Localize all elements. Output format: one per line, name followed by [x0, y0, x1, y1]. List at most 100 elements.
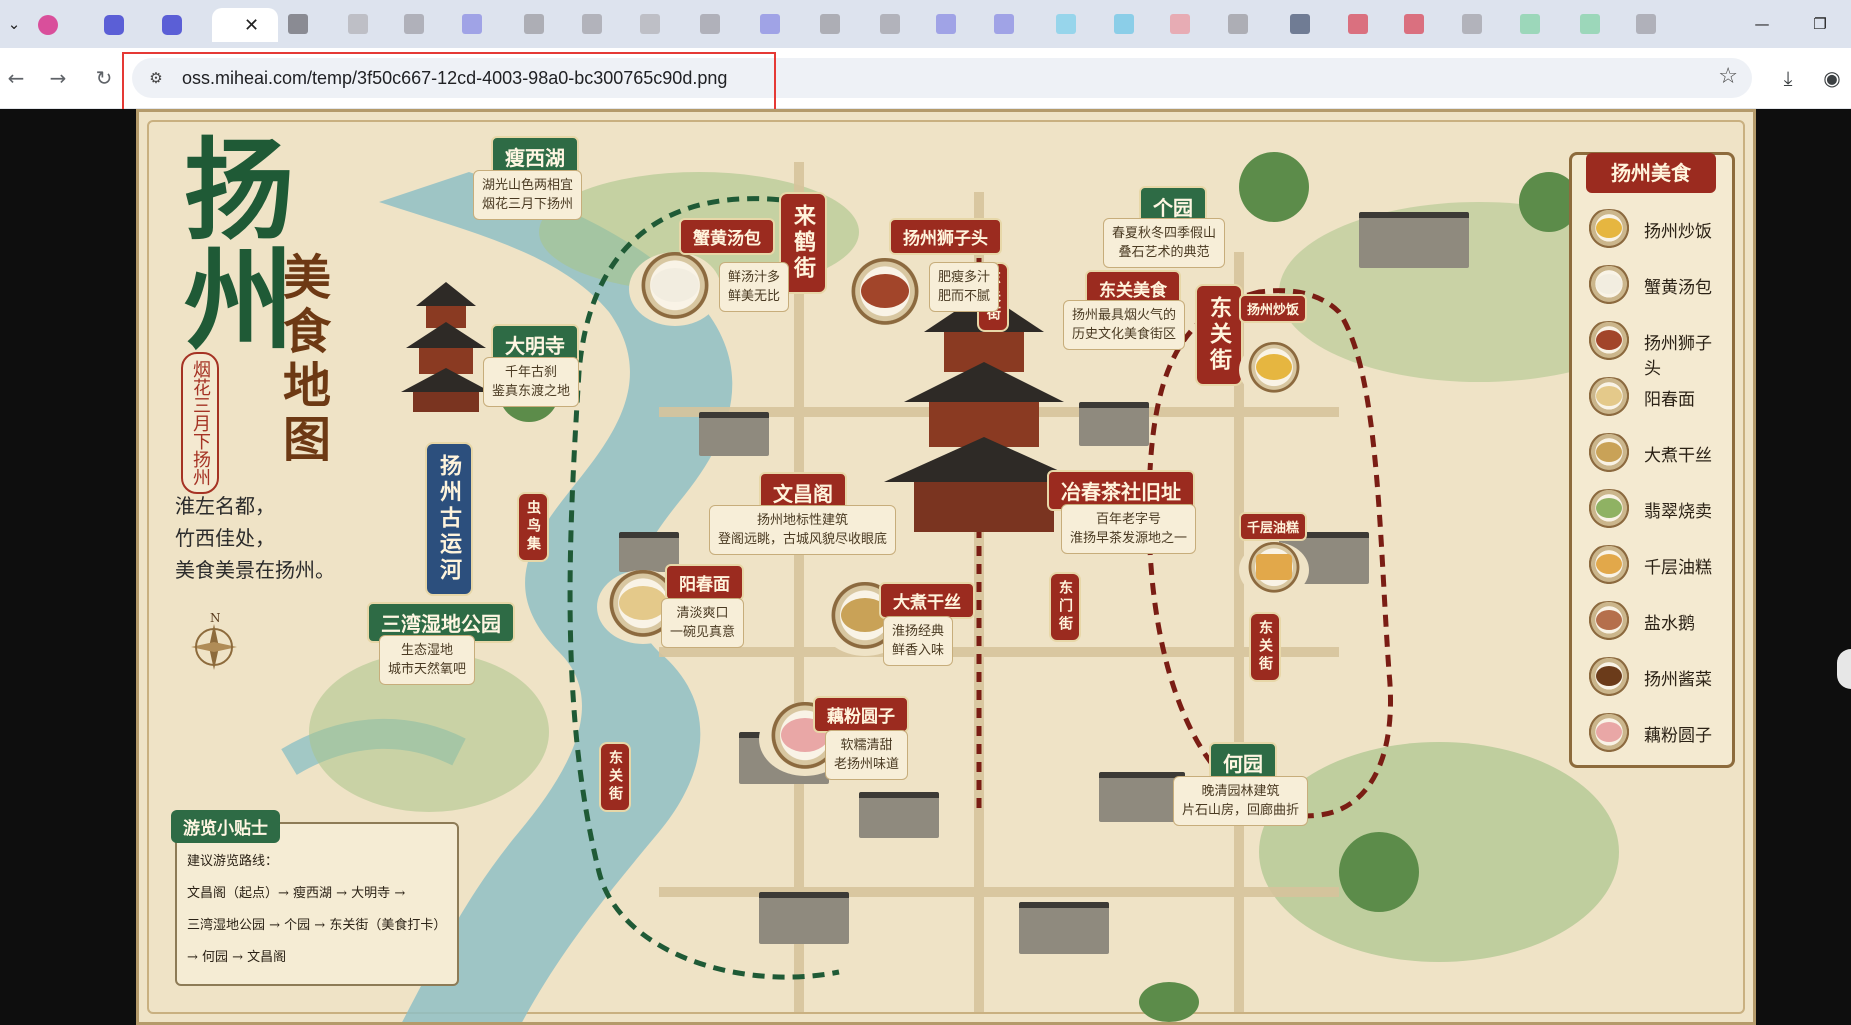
dish-plate-icon [1582, 545, 1636, 587]
poem-line: 淮左名都， [175, 494, 275, 518]
note-line: 烟花三月下扬州 [482, 197, 574, 212]
label-dazhu-gansi: 大煮干丝 [879, 582, 975, 619]
tab-favicon-icon [104, 15, 124, 35]
tab-list-chevron-icon[interactable]: ⌄ [0, 10, 28, 38]
close-icon[interactable]: ✕ [244, 15, 259, 36]
legend-item: 蟹黄汤包 [1582, 259, 1728, 311]
blurred-tab-icon[interactable] [700, 14, 720, 34]
tips-line: → 何园 → 文昌阁 [187, 950, 287, 965]
profile-avatar-icon[interactable]: ◉ [1816, 62, 1848, 94]
tab-2[interactable] [104, 8, 148, 42]
blurred-tab-icon[interactable] [524, 14, 544, 34]
tab-1[interactable] [38, 8, 82, 42]
note-yechun-teahouse: 百年老字号 淮扬早茶发源地之一 [1061, 504, 1197, 554]
back-arrow-icon[interactable]: ← [0, 62, 32, 94]
note-line: 清淡爽口 [676, 606, 729, 621]
note-sanwan-park: 生态湿地 城市天然氧吧 [379, 635, 476, 685]
note-line: 鉴真东渡之地 [492, 384, 571, 399]
note-line: 登阁远眺，古城风貌尽收眼底 [718, 532, 888, 547]
poem-line: 美食美景在扬州。 [175, 558, 335, 582]
tab-title [228, 18, 234, 32]
blurred-tab-icon[interactable] [1404, 14, 1424, 34]
tab-3[interactable] [162, 8, 206, 42]
blurred-tab-icon[interactable] [288, 14, 308, 34]
blurred-tab-icon[interactable] [1228, 14, 1248, 34]
blurred-tab-icon[interactable] [640, 14, 660, 34]
daming-pagoda-illustration [401, 282, 491, 412]
poem-line: 竹西佳处， [175, 526, 275, 550]
note-dongguan-food: 扬州最具烟火气的 历史文化美食街区 [1063, 300, 1186, 350]
legend-item-label: 扬州炒饭 [1644, 222, 1712, 242]
note-line: 百年老字号 [1096, 512, 1162, 527]
note-line: 生态湿地 [401, 643, 454, 658]
blurred-tab-icon[interactable] [1520, 14, 1540, 34]
minimize-icon[interactable]: — [1748, 10, 1776, 38]
tab-active[interactable]: ✕ [212, 8, 278, 42]
map-title-side: 美食地图 [274, 252, 330, 468]
label-fried-rice-side: 扬州炒饭 [1239, 294, 1308, 323]
reload-icon[interactable]: ↻ [88, 62, 120, 94]
restore-icon[interactable]: ❐ [1806, 10, 1834, 38]
legend-item: 千层油糕 [1582, 539, 1728, 591]
note-line: 片石山房，回廊曲折 [1182, 803, 1300, 818]
blurred-tab-icon[interactable] [404, 14, 424, 34]
legend-item: 扬州酱菜 [1582, 651, 1728, 703]
forward-arrow-icon[interactable]: → [42, 62, 74, 94]
note-lion-head: 肥瘦多汁 肥而不腻 [929, 262, 1000, 312]
note-wenchang-pavilion: 扬州地标性建筑 登阁远眺，古城风貌尽收眼底 [709, 505, 897, 555]
house-illustration [1079, 402, 1149, 446]
tab-strip: ⌄ ✕ — ❐ [0, 0, 1851, 48]
note-line: 千年古刹 [505, 365, 558, 380]
seal-stamp: 烟花三月下扬州 [181, 352, 219, 494]
tips-line: 建议游览路线： [187, 854, 279, 869]
dish-fried-rice-illustration [1239, 342, 1309, 398]
blurred-tab-icon[interactable] [1114, 14, 1134, 34]
blurred-tab-icon[interactable] [994, 14, 1014, 34]
legend-item-label: 藕粉圆子 [1644, 726, 1712, 746]
house-illustration [859, 792, 939, 838]
dish-lion-head-illustration [839, 258, 931, 332]
url-text[interactable]: oss.miheai.com/temp/3f50c667-12cd-4003-9… [182, 58, 727, 98]
site-info-tune-icon[interactable]: ⚙ [144, 66, 168, 90]
legend-item-label: 扬州酱菜 [1644, 670, 1712, 690]
label-grand-canal: 扬州古运河 [425, 442, 473, 596]
blurred-tab-icon[interactable] [936, 14, 956, 34]
legend-item: 大煮干丝 [1582, 427, 1728, 479]
tab-favicon-icon [162, 15, 182, 35]
note-crab-bun: 鲜汤汁多 鲜美无比 [719, 262, 790, 312]
legend-item: 盐水鹅 [1582, 595, 1728, 647]
label-qianceng-side: 千层油糕 [1239, 512, 1308, 541]
poem: 淮左名都， 竹西佳处， 美食美景在扬州。 [175, 490, 335, 586]
house-illustration [1019, 902, 1109, 954]
food-legend-panel: 扬州美食 扬州炒饭 蟹黄汤包 扬州狮子头 阳春面 大煮干丝 翡翠烧卖 千层油糕 盐水鹅 扬州酱菜… [1569, 152, 1735, 768]
note-line: 扬州地标性建筑 [757, 513, 849, 528]
note-line: 叠石艺术的典范 [1118, 245, 1210, 260]
dish-plate-icon [1582, 209, 1636, 251]
note-line: 湖光山色两相宜 [482, 178, 574, 193]
blurred-tab-icon[interactable] [1462, 14, 1482, 34]
blurred-tab-icon[interactable] [582, 14, 602, 34]
label-small-bottom: 东关街 [599, 742, 631, 812]
dish-plate-icon [1582, 433, 1636, 475]
note-line: 淮扬经典 [892, 624, 945, 639]
label-lotus-ball: 藕粉圆子 [813, 696, 909, 733]
download-icon[interactable]: ⤓ [1772, 62, 1804, 94]
blurred-tab-icon[interactable] [348, 14, 368, 34]
blurred-tab-icon[interactable] [1170, 14, 1190, 34]
bookmark-star-icon[interactable]: ☆ [1718, 64, 1738, 89]
blurred-tab-icon[interactable] [1636, 14, 1656, 34]
dish-plate-icon [1582, 713, 1636, 755]
blurred-tab-icon[interactable] [462, 14, 482, 34]
blurred-tab-icon[interactable] [1056, 14, 1076, 34]
blurred-tab-icon[interactable] [760, 14, 780, 34]
address-bar[interactable]: ⚙ oss.miheai.com/temp/3f50c667-12cd-4003… [132, 58, 1752, 98]
blurred-tab-icon[interactable] [880, 14, 900, 34]
note-line: 肥瘦多汁 [938, 270, 991, 285]
side-panel-handle[interactable] [1837, 649, 1851, 689]
dish-plate-icon [1582, 377, 1636, 419]
blurred-tab-icon[interactable] [1580, 14, 1600, 34]
blurred-tab-icon[interactable] [820, 14, 840, 34]
dish-crab-bun-illustration [629, 252, 721, 326]
blurred-tab-icon[interactable] [1290, 14, 1310, 34]
blurred-tab-icon[interactable] [1348, 14, 1368, 34]
